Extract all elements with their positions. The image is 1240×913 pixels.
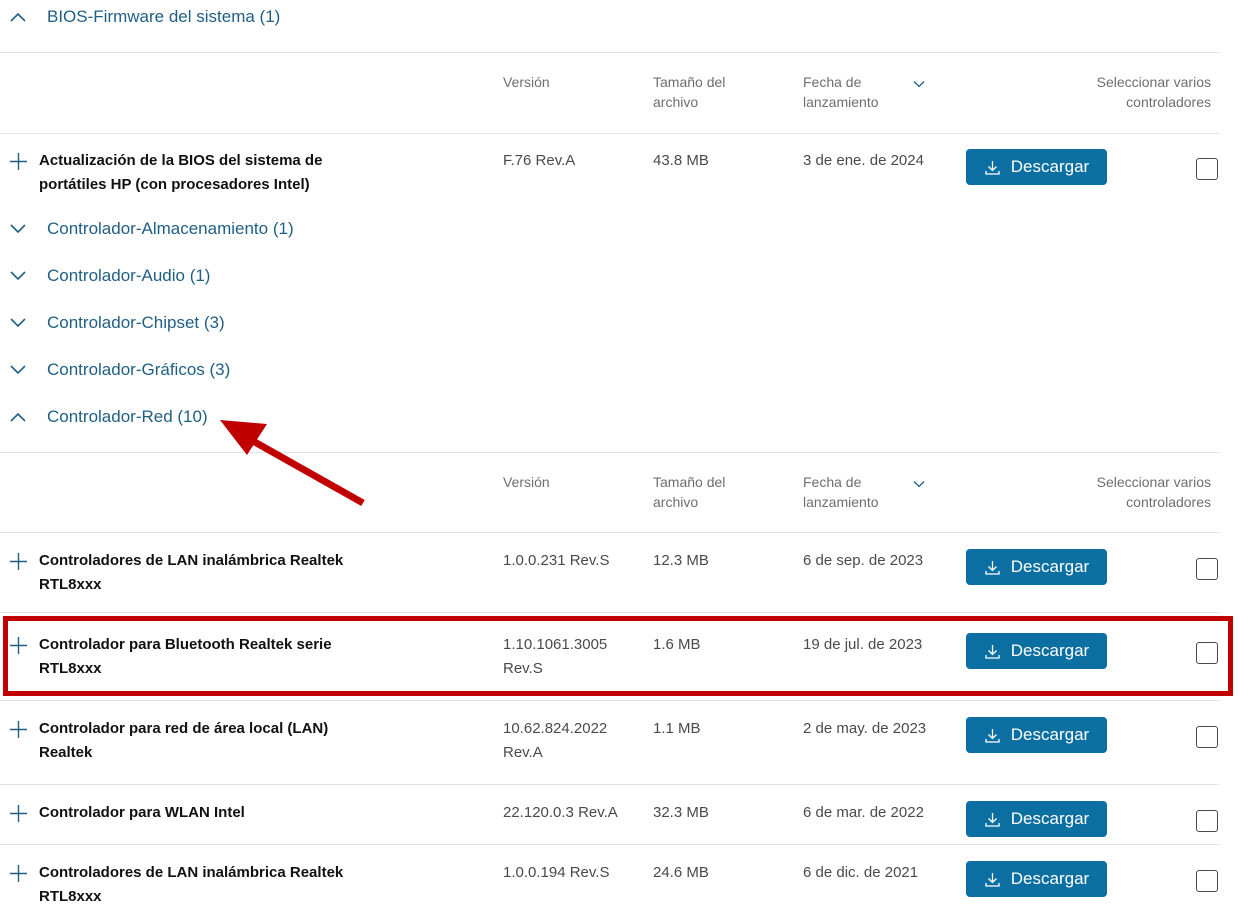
download-icon: [985, 872, 1000, 887]
category-bios[interactable]: BIOS-Firmware del sistema (1): [0, 7, 600, 47]
category-label: Controlador-Gráficos (3): [47, 360, 231, 379]
highlight-box: [3, 616, 1233, 696]
divider: [0, 784, 1219, 785]
header-select-multiple: Seleccionar varios controladores: [1096, 74, 1211, 110]
header-version: Versión: [503, 74, 550, 90]
driver-name[interactable]: Controlador para red de área local (LAN)…: [39, 717, 349, 765]
select-checkbox[interactable]: [1196, 558, 1218, 580]
category-label: Controlador-Audio (1): [47, 266, 211, 285]
driver-version: 10.62.824.2022 Rev.A: [503, 720, 608, 761]
driver-size: 32.3 MB: [653, 804, 709, 821]
chevron-down-icon: [10, 365, 26, 375]
download-icon: [985, 560, 1000, 575]
driver-size: 24.6 MB: [653, 864, 709, 881]
header-select-multiple: Seleccionar varios controladores: [1096, 474, 1211, 510]
annotation-arrow-icon: [220, 420, 365, 507]
divider: [0, 532, 1219, 533]
header-version: Versión: [503, 474, 550, 490]
driver-date: 6 de sep. de 2023: [803, 552, 924, 569]
chevron-up-icon: [10, 412, 26, 422]
driver-size: 1.1 MB: [653, 720, 701, 737]
plus-icon[interactable]: [10, 553, 27, 570]
download-icon: [985, 160, 1000, 175]
chevron-down-icon: [10, 271, 26, 281]
select-checkbox[interactable]: [1196, 158, 1218, 180]
chevron-down-icon: [10, 318, 26, 328]
plus-icon[interactable]: [10, 721, 27, 738]
download-icon: [985, 812, 1000, 827]
divider: [0, 844, 1219, 845]
driver-size: 12.3 MB: [653, 552, 709, 569]
plus-icon[interactable]: [10, 153, 27, 170]
download-icon: [985, 728, 1000, 743]
download-button[interactable]: Descargar: [966, 861, 1107, 897]
category-almacenamiento[interactable]: Controlador-Almacenamiento (1): [0, 219, 600, 259]
driver-name[interactable]: Controladores de LAN inalámbrica Realtek…: [39, 549, 349, 597]
category-label: Controlador-Chipset (3): [47, 313, 225, 332]
driver-date: 3 de ene. de 2024: [803, 152, 924, 169]
divider: [0, 133, 1219, 134]
driver-version: 1.0.0.194 Rev.S: [503, 864, 610, 881]
chevron-up-icon: [10, 12, 26, 22]
sort-chevron-icon[interactable]: [913, 480, 925, 488]
driver-name[interactable]: Controladores de LAN inalámbrica Realtek…: [39, 861, 349, 909]
driver-version: 1.0.0.231 Rev.S: [503, 552, 610, 569]
driver-date: 6 de mar. de 2022: [803, 804, 924, 821]
header-date[interactable]: Fecha de lanzamiento: [803, 472, 879, 512]
driver-version: F.76 Rev.A: [503, 152, 576, 169]
category-graficos[interactable]: Controlador-Gráficos (3): [0, 360, 600, 400]
download-button[interactable]: Descargar: [966, 717, 1107, 753]
category-label: Controlador-Red (10): [47, 407, 208, 426]
chevron-down-icon: [10, 224, 26, 234]
header-size: Tamaño del archivo: [653, 474, 726, 510]
sort-chevron-icon[interactable]: [913, 80, 925, 88]
download-button[interactable]: Descargar: [966, 801, 1107, 837]
plus-icon[interactable]: [10, 865, 27, 882]
divider: [0, 612, 1219, 613]
select-checkbox[interactable]: [1196, 726, 1218, 748]
driver-size: 43.8 MB: [653, 152, 709, 169]
category-label: BIOS-Firmware del sistema (1): [47, 7, 281, 26]
download-button[interactable]: Descargar: [966, 549, 1107, 585]
divider: [0, 452, 1219, 453]
driver-version: 22.120.0.3 Rev.A: [503, 804, 618, 821]
header-date[interactable]: Fecha de lanzamiento: [803, 72, 879, 112]
category-audio[interactable]: Controlador-Audio (1): [0, 266, 600, 306]
driver-name[interactable]: Actualización de la BIOS del sistema de p…: [39, 149, 349, 197]
header-size: Tamaño del archivo: [653, 74, 726, 110]
category-chipset[interactable]: Controlador-Chipset (3): [0, 313, 600, 353]
select-checkbox[interactable]: [1196, 870, 1218, 892]
driver-date: 2 de may. de 2023: [803, 720, 927, 737]
divider: [0, 700, 1219, 701]
download-button[interactable]: Descargar: [966, 149, 1107, 185]
divider: [0, 52, 1219, 53]
plus-icon[interactable]: [10, 805, 27, 822]
driver-date: 6 de dic. de 2021: [803, 864, 919, 881]
select-checkbox[interactable]: [1196, 810, 1218, 832]
category-label: Controlador-Almacenamiento (1): [47, 219, 294, 238]
driver-name[interactable]: Controlador para WLAN Intel: [39, 801, 349, 825]
